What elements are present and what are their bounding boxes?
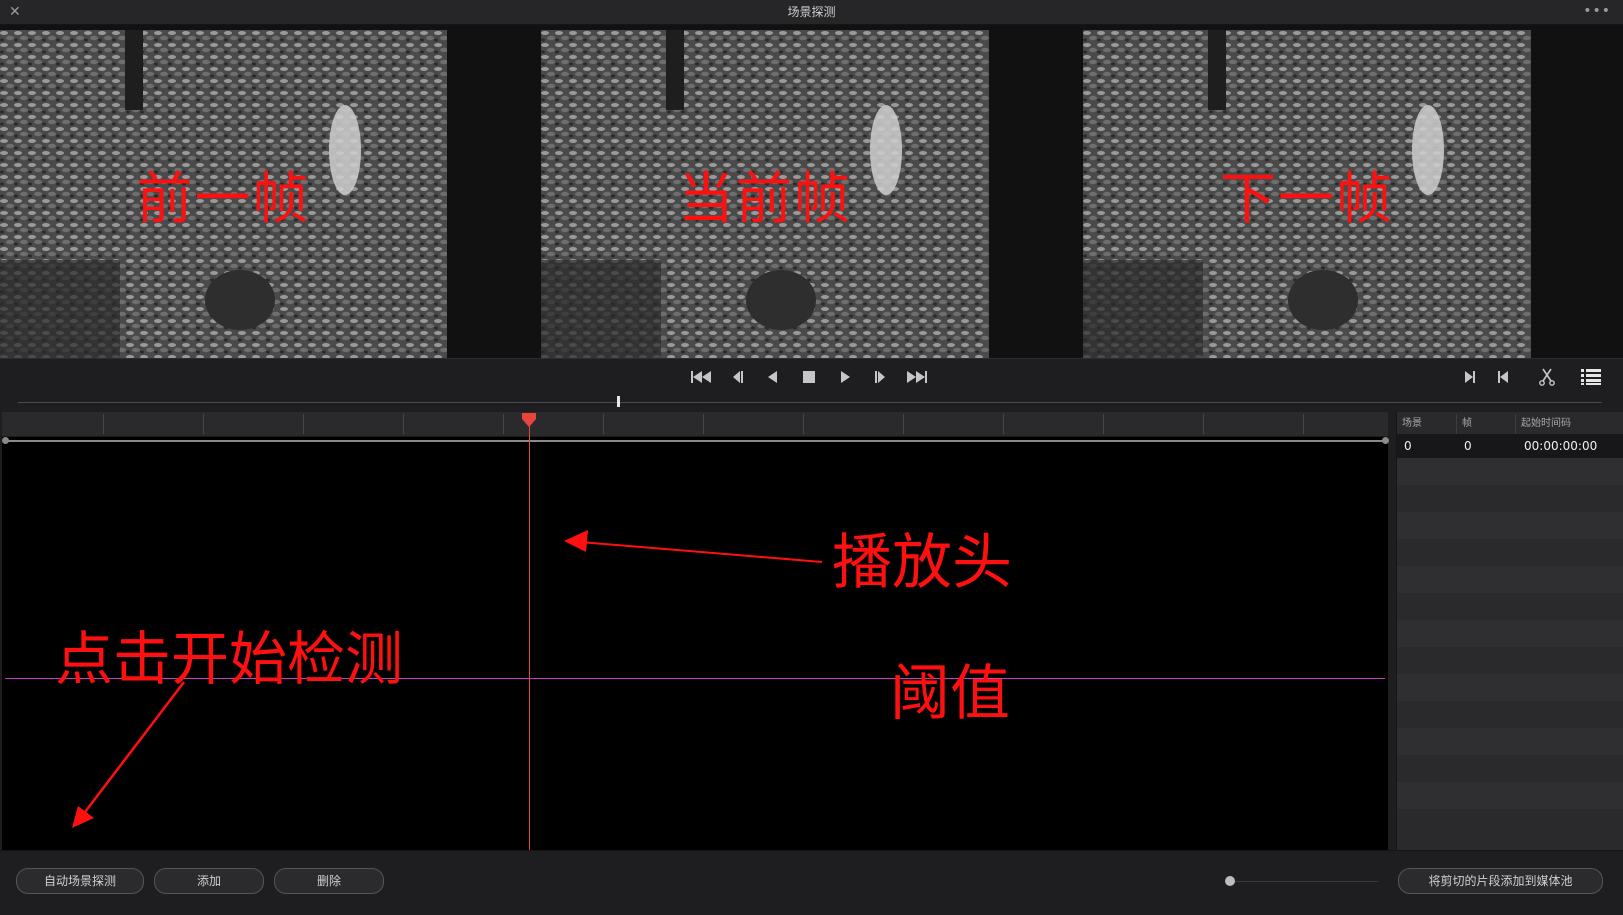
list-item — [1397, 485, 1623, 512]
list-item — [1397, 620, 1623, 647]
range-start-handle[interactable] — [2, 437, 9, 444]
range-end-handle[interactable] — [1382, 437, 1389, 444]
list-item — [1397, 674, 1623, 701]
cell-frame: 0 — [1464, 439, 1472, 453]
play-reverse-icon[interactable] — [761, 368, 785, 386]
ruler-tick — [1103, 414, 1104, 434]
list-view-icon[interactable] — [1579, 368, 1603, 386]
stop-icon[interactable] — [797, 368, 821, 386]
playhead-handle-icon[interactable] — [520, 412, 538, 428]
cell-scene: 0 — [1404, 439, 1412, 453]
add-to-media-pool-button[interactable]: 将剪切的片段添加到媒体池 — [1398, 868, 1603, 894]
auto-scene-detect-button[interactable]: 自动场景探测 — [16, 868, 144, 894]
go-to-start-icon[interactable] — [690, 368, 714, 386]
threshold-annotation: 阈值 — [890, 659, 1010, 729]
more-options-icon[interactable]: ••• — [1583, 1, 1611, 21]
next-cut-icon[interactable] — [1491, 368, 1515, 386]
ruler-tick — [403, 414, 404, 434]
ruler-tick — [103, 414, 104, 434]
step-back-icon[interactable] — [726, 368, 750, 386]
list-item — [1397, 539, 1623, 566]
step-forward-icon[interactable] — [868, 368, 892, 386]
list-item — [1397, 647, 1623, 674]
ruler-tick — [503, 414, 504, 434]
list-item — [1397, 458, 1623, 485]
current-frame-label: 当前帧 — [678, 167, 852, 232]
ruler-tick — [303, 414, 304, 434]
previous-frame-image: 前一帧 — [0, 30, 447, 358]
ruler-tick — [803, 414, 804, 434]
ruler-tick — [603, 414, 604, 434]
current-frame-image: 当前帧 — [541, 30, 989, 358]
list-item — [1397, 728, 1623, 755]
list-item — [1397, 593, 1623, 620]
window-title: 场景探测 — [787, 5, 836, 19]
ruler-tick — [703, 414, 704, 434]
zoom-slider-handle[interactable] — [1225, 876, 1235, 886]
previous-cut-icon[interactable] — [1458, 368, 1482, 386]
column-separator — [1515, 414, 1516, 434]
column-separator — [1456, 414, 1457, 434]
list-item — [1397, 782, 1623, 809]
ruler-tick — [1003, 414, 1004, 434]
delete-button[interactable]: 删除 — [274, 868, 384, 894]
ruler-tick — [203, 414, 204, 434]
list-item — [1397, 566, 1623, 593]
scrub-bar[interactable] — [18, 402, 1602, 403]
previous-frame-label: 前一帧 — [136, 167, 311, 232]
column-header-scene[interactable]: 场景 — [1402, 414, 1422, 434]
close-icon[interactable]: ✕ — [9, 2, 21, 22]
graph-range-bar — [5, 440, 1385, 442]
scrub-handle[interactable] — [617, 396, 620, 407]
list-item — [1397, 701, 1623, 728]
list-item — [1397, 512, 1623, 539]
column-header-timecode[interactable]: 起始时间码 — [1521, 414, 1571, 434]
ruler-tick — [1203, 414, 1204, 434]
cell-timecode: 00:00:00:00 — [1524, 439, 1598, 453]
go-to-end-icon[interactable] — [904, 368, 928, 386]
zoom-slider[interactable] — [1233, 881, 1378, 882]
play-icon[interactable] — [833, 368, 857, 386]
ruler-tick — [903, 414, 904, 434]
timeline-ruler[interactable] — [2, 412, 1388, 437]
start-detect-annotation: 点击开始检测 — [55, 625, 404, 693]
next-frame-image: 下一帧 — [1083, 30, 1531, 358]
list-item — [1397, 809, 1623, 836]
add-button[interactable]: 添加 — [154, 868, 264, 894]
scissors-icon[interactable] — [1535, 368, 1559, 386]
column-header-frame[interactable]: 帧 — [1462, 414, 1472, 434]
next-frame-label: 下一帧 — [1220, 167, 1394, 232]
list-item — [1397, 755, 1623, 782]
playhead-line[interactable] — [529, 418, 530, 850]
ruler-tick — [1303, 414, 1304, 434]
playhead-annotation: 播放头 — [832, 528, 1012, 598]
